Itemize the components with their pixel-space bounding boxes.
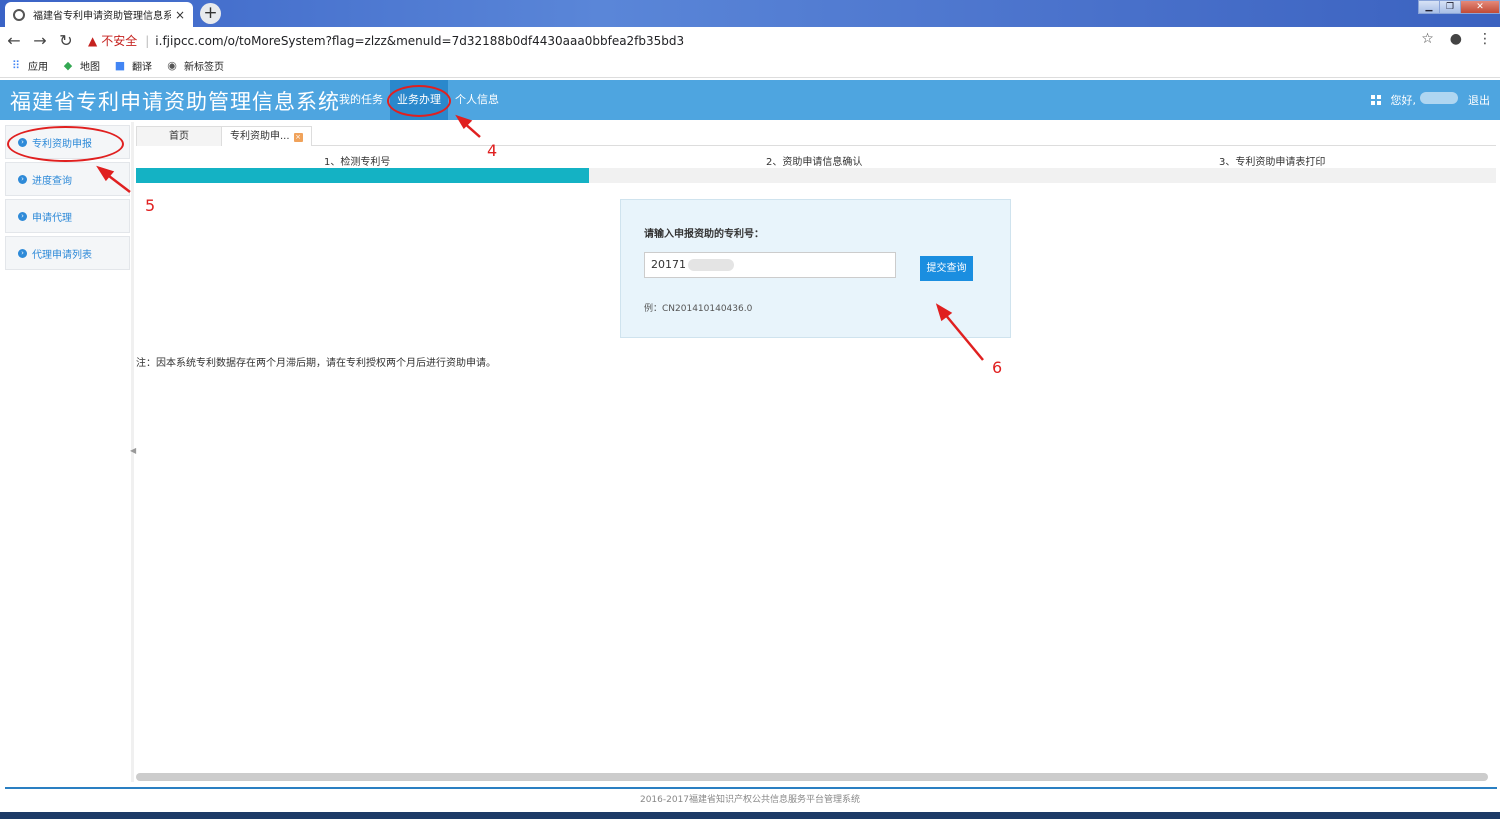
horizontal-scrollbar[interactable] [136,773,1488,781]
annotation-number-6: 6 [992,358,1003,377]
footer-divider [5,787,1497,789]
annotation-number-5: 5 [145,196,156,215]
annotation-arrows [96,114,984,361]
annotation-number-4: 4 [487,141,498,160]
footer-text: 2016-2017福建省知识产权公共信息服务平台管理系统 [639,795,861,805]
os-taskbar [0,812,1500,819]
